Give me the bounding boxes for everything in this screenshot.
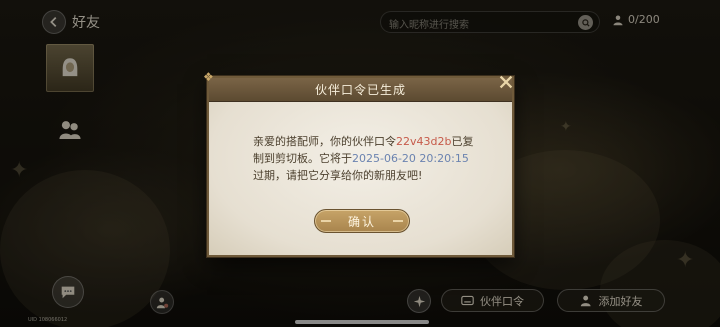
- dialog-title: 伙伴口令已生成: [314, 83, 406, 97]
- partner-code: 22v43d2b: [396, 135, 452, 148]
- confirm-label: 确认: [347, 214, 376, 229]
- message-text: 过期，请把它分享给你的新朋友吧!: [253, 169, 423, 182]
- corner-ornament-icon: ❖: [203, 70, 214, 84]
- close-button[interactable]: [496, 72, 516, 92]
- message-text: 亲爱的搭配师，你的伙伴口令: [253, 135, 396, 148]
- confirm-button[interactable]: 确认: [314, 209, 410, 233]
- expiry-date: 2025-06-20 20:20:15: [352, 152, 469, 165]
- dialog-header: 伙伴口令已生成: [209, 78, 512, 102]
- close-icon: [499, 75, 513, 89]
- dialog-message: 亲爱的搭配师，你的伙伴口令22v43d2b已复制到剪切板。它将于2025-06-…: [253, 133, 477, 184]
- partner-code-dialog: 伙伴口令已生成 ❖ 亲爱的搭配师，你的伙伴口令22v43d2b已复制到剪切板。它…: [203, 70, 514, 257]
